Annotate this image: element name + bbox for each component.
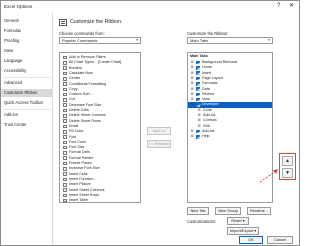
tab-checkbox[interactable] (196, 97, 200, 102)
command-icon (63, 177, 67, 182)
sidebar-item-add-ins[interactable]: Add-ins (1, 111, 53, 119)
command-icon (63, 87, 67, 92)
help-icon[interactable]: ? (277, 3, 280, 10)
command-icon (63, 98, 67, 102)
command-icon (63, 114, 67, 118)
customize-ribbon-value: Main Tabs (190, 38, 209, 43)
choose-commands-label: Choose commands from: (59, 31, 105, 36)
command-icon (63, 61, 67, 65)
sidebar-item-language[interactable]: Language (1, 57, 53, 65)
command-icon (63, 140, 67, 145)
sidebar-item-quick-access-toolbar[interactable]: Quick Access Toolbar (1, 99, 53, 107)
cancel-button[interactable]: Cancel (267, 236, 293, 244)
choose-commands-dropdown[interactable]: Popular Commands ▾ (59, 37, 141, 44)
sidebar-item-accessibility[interactable]: Accessibility (1, 67, 53, 75)
command-icon (63, 156, 67, 161)
rename-button[interactable]: Rename... (247, 207, 271, 215)
tree-item-label: Help (202, 134, 210, 139)
move-up-button[interactable]: ▲ (282, 156, 293, 166)
add-button[interactable]: Add >> (147, 127, 171, 135)
page-heading: Customize the Ribbon. (70, 19, 123, 25)
move-down-button[interactable]: ▼ (282, 168, 293, 178)
chevron-down-icon: ▾ (136, 38, 138, 42)
window-title: Excel Options (4, 4, 33, 9)
sidebar-item-customize-ribbon[interactable]: Customize Ribbon (1, 89, 53, 97)
command-icon (63, 188, 67, 192)
sidebar-item-trust-center[interactable]: Trust Center (1, 121, 53, 129)
arrow-down-icon: ▼ (285, 170, 290, 176)
sidebar-item-formulas[interactable]: Formulas (1, 27, 53, 35)
close-icon[interactable]: ✕ (289, 3, 294, 10)
tab-checkbox[interactable] (196, 76, 200, 81)
new-tab-button[interactable]: New Tab (187, 207, 209, 215)
tab-checkbox[interactable] (196, 60, 200, 65)
new-group-button[interactable]: New Group (215, 207, 241, 215)
command-list-item[interactable]: Insert Table (60, 198, 140, 203)
excel-options-dialog: Excel Options ? ✕ General Formulas Proof… (0, 0, 300, 246)
tab-checkbox[interactable] (196, 81, 200, 86)
command-icon (63, 76, 67, 81)
command-icon (63, 82, 67, 86)
sidebar-divider (3, 77, 51, 78)
command-icon (63, 103, 67, 108)
command-icon (63, 193, 67, 198)
reset-button[interactable]: Reset ▾ (227, 217, 249, 225)
command-icon (63, 151, 67, 155)
command-label: Insert Table (69, 198, 88, 203)
tree-header: Main Tabs (190, 54, 208, 58)
tab-checkbox[interactable] (196, 103, 200, 107)
tab-checkbox[interactable] (196, 71, 200, 75)
tab-checkbox[interactable] (196, 134, 200, 139)
command-icon (63, 66, 67, 70)
sidebar-item-advanced[interactable]: Advanced (1, 79, 53, 87)
chevron-down-icon: ▾ (268, 38, 270, 42)
options-sidebar: General Formulas Proofing Save Language … (1, 13, 53, 245)
command-icon (63, 161, 67, 166)
command-icon (63, 108, 67, 113)
expand-icon[interactable]: ⊞ (190, 134, 194, 139)
choose-commands-value: Popular Commands (62, 38, 98, 43)
command-icon (63, 167, 67, 171)
commands-list[interactable]: Add or Remove Filters All Chart Types... … (59, 52, 141, 203)
annotation-arrow-icon (259, 169, 278, 183)
import-export-button[interactable]: Import/Export ▾ (227, 227, 259, 235)
tree-tab-item[interactable]: ⊞ Help (188, 134, 272, 139)
command-icon (63, 182, 67, 187)
customizations-label: Customizations: (187, 219, 217, 224)
command-icon (63, 71, 67, 76)
command-icon (63, 55, 67, 60)
sidebar-item-proofing[interactable]: Proofing (1, 37, 53, 45)
command-icon (63, 172, 67, 176)
customize-ribbon-label: Customize the Ribbon: (187, 31, 229, 36)
title-bar: Excel Options ? ✕ (1, 1, 299, 13)
command-icon (63, 145, 67, 150)
ok-button[interactable]: OK (239, 236, 263, 244)
tab-checkbox[interactable] (196, 92, 200, 97)
sidebar-item-general[interactable]: General (1, 17, 53, 25)
sidebar-divider (3, 109, 51, 110)
tab-checkbox[interactable] (196, 129, 200, 134)
tab-checkbox[interactable] (196, 66, 200, 70)
command-icon (63, 198, 67, 202)
tab-checkbox[interactable] (196, 87, 200, 91)
arrow-up-icon: ▲ (285, 158, 290, 164)
customize-ribbon-icon (59, 19, 67, 26)
command-icon (63, 129, 67, 134)
command-icon (63, 124, 67, 129)
command-icon (63, 92, 67, 97)
command-icon (63, 119, 67, 123)
sidebar-item-save[interactable]: Save (1, 47, 53, 55)
remove-button[interactable]: << Remove (147, 140, 171, 148)
command-icon (63, 135, 67, 139)
customize-ribbon-dropdown[interactable]: Main Tabs ▾ (187, 37, 273, 44)
